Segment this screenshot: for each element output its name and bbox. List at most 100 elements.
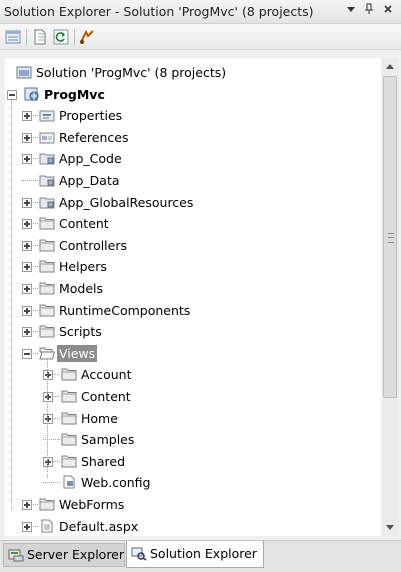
tree-item-label: Web.config	[81, 475, 151, 491]
folder-icon	[39, 497, 55, 511]
tree-item-home[interactable]: Home	[5, 408, 375, 429]
tree-item-project[interactable]: ProgMvc	[5, 84, 375, 105]
folder-icon	[61, 389, 77, 403]
tree-item-content[interactable]: Content	[5, 213, 375, 234]
expander-controllers[interactable]	[22, 240, 32, 251]
open-folder-icon	[39, 346, 56, 360]
special-folder-icon	[39, 195, 55, 209]
expander-shared[interactable]	[43, 456, 53, 467]
show-all-files-icon[interactable]	[31, 28, 49, 46]
config-file-icon	[61, 475, 77, 489]
tree-item-app-globalresources[interactable]: App_GlobalResources	[5, 192, 375, 213]
properties-folder-icon	[39, 108, 55, 122]
tree-item-runtimecomponents[interactable]: RuntimeComponents	[5, 300, 375, 321]
class-diagram-icon[interactable]	[78, 28, 96, 46]
tree-item-samples[interactable]: Samples	[5, 429, 375, 450]
tree-item-label: RuntimeComponents	[59, 302, 191, 318]
tree-item-app-code[interactable]: App_Code	[5, 148, 375, 169]
dropdown-arrow-icon[interactable]	[343, 3, 359, 19]
tree-item-controllers[interactable]: Controllers	[5, 235, 375, 256]
tree-item-webforms[interactable]: WebForms	[5, 494, 375, 515]
tree-item-label: App_Code	[59, 151, 122, 167]
tree-item-web-config[interactable]: Web.config	[5, 472, 375, 493]
tree-item-label: References	[59, 129, 129, 145]
tree-item-label: Helpers	[59, 259, 107, 275]
properties-icon[interactable]	[4, 28, 22, 46]
expander-project[interactable]	[7, 89, 17, 100]
expander-app-code[interactable]	[22, 154, 32, 165]
folder-icon	[61, 432, 77, 446]
web-project-icon	[24, 87, 40, 101]
folder-icon	[39, 259, 55, 273]
tree-item-models[interactable]: Models	[5, 278, 375, 299]
special-folder-icon	[39, 151, 55, 165]
expander-models[interactable]	[22, 284, 32, 294]
expander-app-globalresources[interactable]	[22, 197, 32, 208]
tree-item-label: Account	[81, 367, 132, 383]
solution-explorer-icon	[131, 544, 147, 561]
expander-default-aspx[interactable]	[22, 521, 32, 532]
tree-item-label: Default.aspx	[59, 518, 139, 534]
expander-properties[interactable]	[22, 111, 32, 122]
toolbar	[0, 24, 401, 50]
expander-home[interactable]	[43, 413, 53, 424]
expander-views[interactable]	[22, 348, 32, 359]
server-explorer-icon	[8, 547, 24, 562]
tree-item-solution[interactable]: Solution 'ProgMvc' (8 projects)	[5, 62, 375, 83]
tab-solution-explorer-label: Solution Explorer	[150, 546, 257, 561]
expander-helpers[interactable]	[22, 262, 32, 273]
expander-runtimecomponents[interactable]	[22, 305, 32, 316]
tree-item-label: Shared	[81, 453, 126, 469]
solution-icon	[16, 65, 32, 79]
tree-item-shared[interactable]: Shared	[5, 451, 375, 472]
tree-item-default-aspx[interactable]: Default.aspx	[5, 516, 375, 536]
expander-webforms[interactable]	[22, 500, 32, 510]
pin-icon[interactable]	[361, 3, 377, 19]
aspx-file-icon	[39, 519, 55, 533]
expander-content[interactable]	[22, 219, 32, 230]
tab-solution-explorer[interactable]: Solution Explorer	[126, 541, 264, 568]
folder-icon	[61, 411, 77, 425]
solution-explorer-window: Solution Explorer - Solution 'ProgMvc' (…	[0, 0, 401, 572]
scroll-down-icon[interactable]	[386, 525, 394, 530]
tree-item-label: Properties	[59, 108, 123, 124]
folder-icon	[39, 216, 55, 230]
references-icon	[39, 130, 55, 144]
tree-item-app-data[interactable]: App_Data	[5, 170, 375, 191]
tree-item-label: WebForms	[59, 497, 125, 512]
tab-server-explorer[interactable]: Server Explorer	[3, 543, 125, 567]
folder-icon	[39, 324, 55, 338]
folder-icon	[61, 367, 77, 381]
scroll-up-icon[interactable]	[386, 64, 394, 69]
expander-content[interactable]	[43, 392, 53, 402]
tree-item-label: ProgMvc	[44, 86, 105, 102]
tree-item-properties[interactable]: Properties	[5, 105, 375, 126]
expander-references[interactable]	[22, 132, 32, 143]
tree-item-scripts[interactable]: Scripts	[5, 321, 375, 342]
refresh-icon[interactable]	[52, 28, 70, 46]
expander-scripts[interactable]	[22, 327, 32, 338]
tree-item-label: Models	[59, 281, 104, 296]
tree-item-label: Samples	[81, 432, 135, 448]
tree-item-label: Scripts	[59, 324, 102, 340]
expander-account[interactable]	[43, 370, 53, 381]
tree-item-label: App_GlobalResources	[59, 194, 194, 210]
scrollbar-thumb[interactable]	[383, 76, 397, 398]
folder-icon	[39, 238, 55, 252]
tree-item-label: Solution 'ProgMvc' (8 projects)	[36, 65, 227, 80]
vertical-scrollbar[interactable]	[382, 58, 399, 536]
folder-icon	[39, 303, 55, 317]
bottom-tabs: Server Explorer Solution Explorer	[0, 540, 401, 572]
tree-item-helpers[interactable]: Helpers	[5, 256, 375, 277]
folder-icon	[39, 281, 55, 295]
tree-item-content[interactable]: Content	[5, 386, 375, 407]
tree-item-label: Home	[81, 410, 118, 426]
tree-item-references[interactable]: References	[5, 127, 375, 148]
tree-item-account[interactable]: Account	[5, 364, 375, 385]
title-bar: Solution Explorer - Solution 'ProgMvc' (…	[0, 0, 401, 24]
window-title: Solution Explorer - Solution 'ProgMvc' (…	[4, 4, 314, 19]
tree-item-label: Content	[59, 216, 109, 232]
solution-tree[interactable]: Solution 'ProgMvc' (8 projects) ProgMvc Pr…	[5, 58, 381, 536]
close-icon[interactable]	[380, 3, 396, 19]
tree-item-views[interactable]: Views	[5, 343, 375, 364]
